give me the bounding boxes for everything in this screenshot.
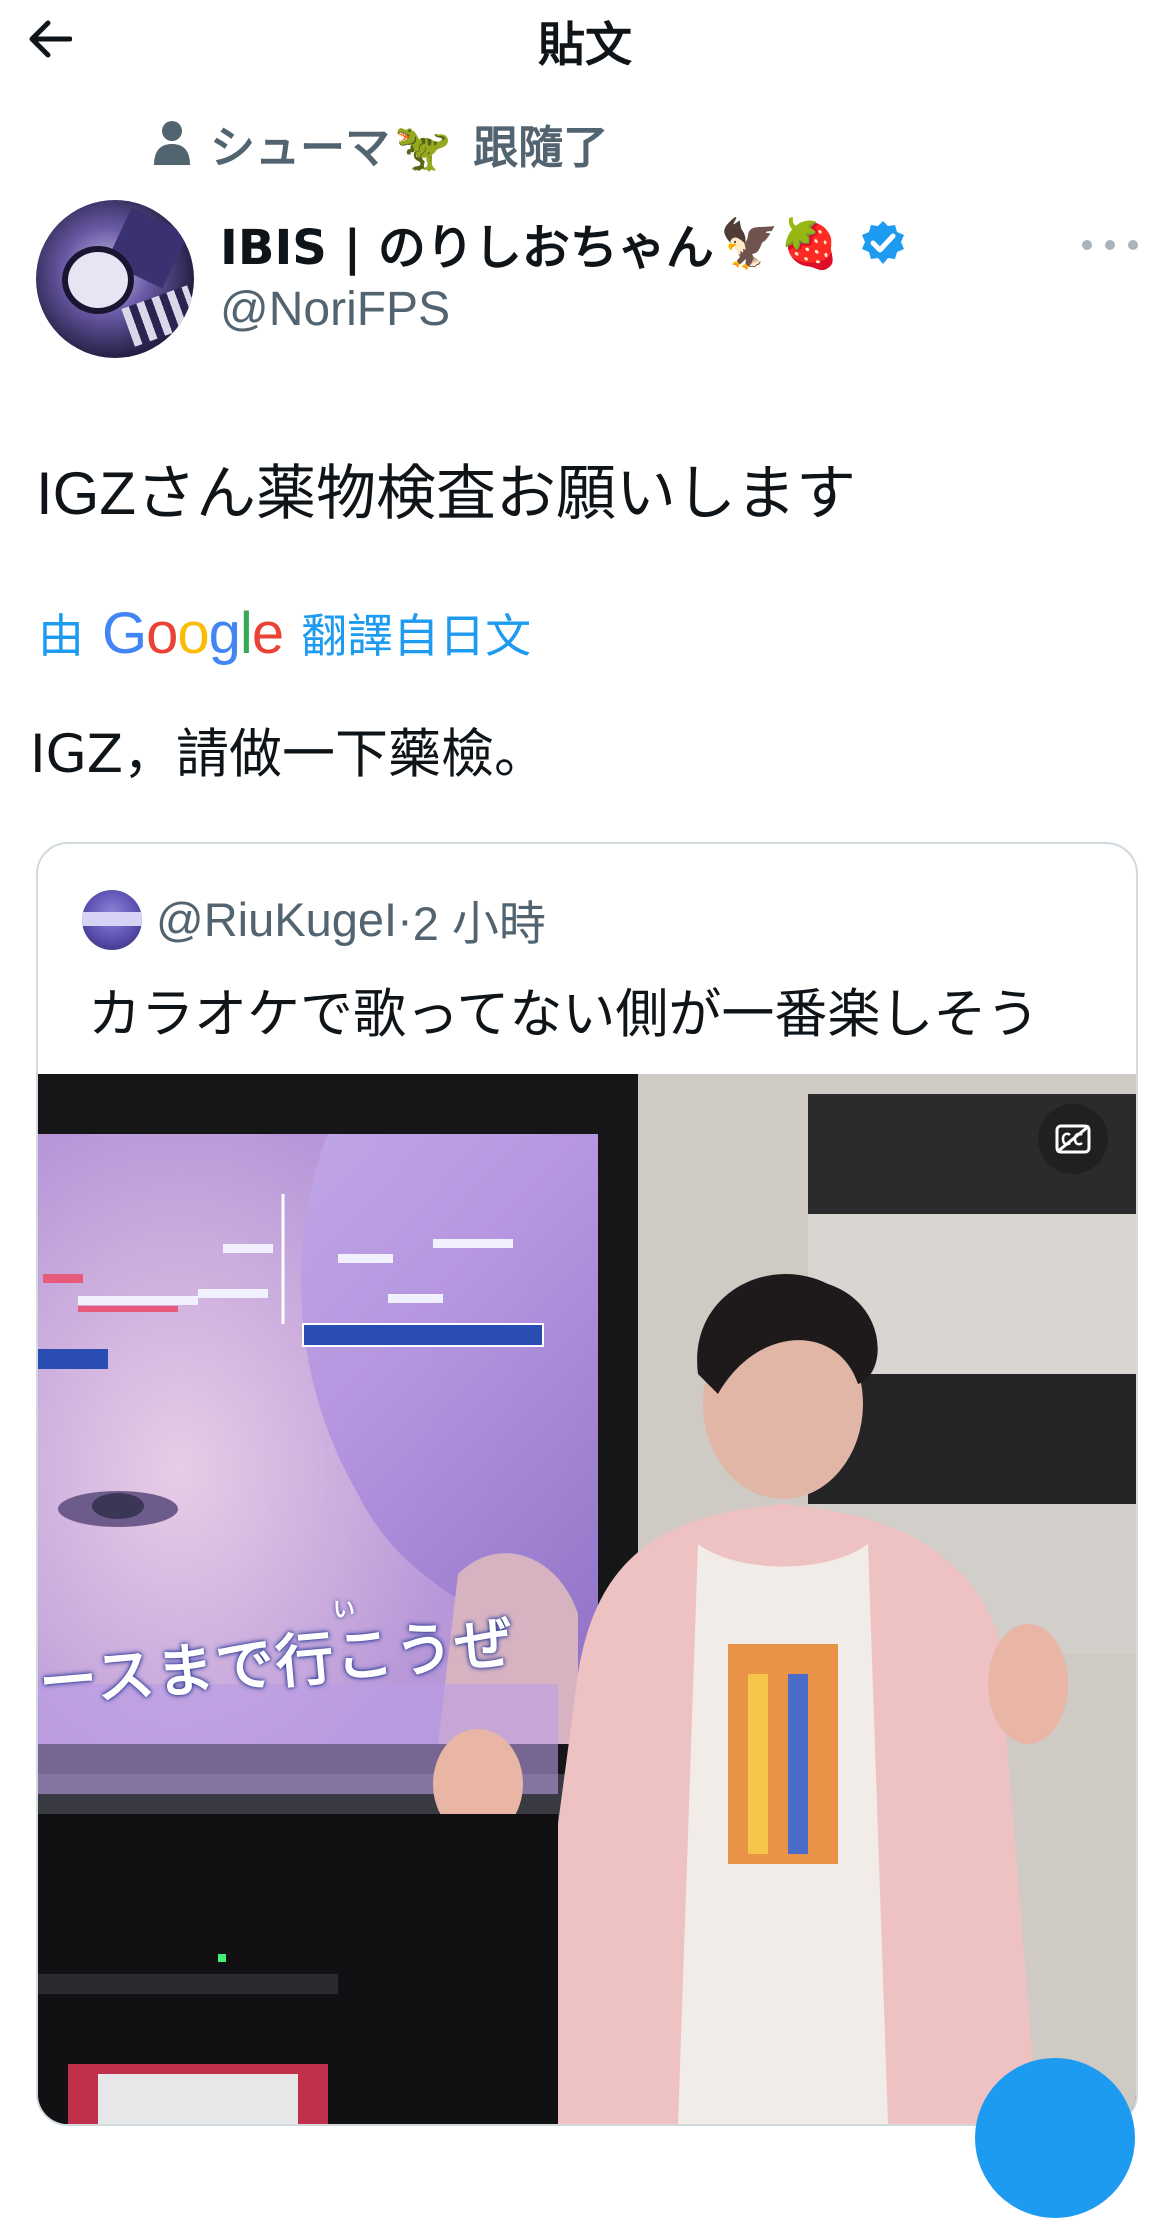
video-caption-ruby: い [333,1598,356,1623]
quoted-tweet[interactable]: @RiuKugeI · 2 小時 カラオケで歌ってない側が一番楽しそう ースまで… [36,842,1138,2126]
quote-meta: @RiuKugeI · 2 小時 [156,886,546,952]
more-dots-icon[interactable] [1082,230,1138,260]
author-name-emojis: 🦅🍓 [719,215,840,272]
quote-handle: @RiuKugeI [156,892,398,946]
translated-text: IGZ，請做一下藥檢。 [30,724,548,785]
quote-separator: · [397,892,413,946]
video-frame [38,1074,1136,2124]
translate-link[interactable]: 由 Google 翻譯自日文 [38,598,531,668]
person-icon [154,121,190,165]
captions-icon [1055,1124,1091,1154]
author-avatar[interactable] [36,200,194,358]
compose-button[interactable] [975,2058,1135,2218]
translate-suffix: 翻譯自日文 [301,609,532,663]
back-button[interactable] [28,12,92,66]
social-context-user: シューマ🦖 [210,119,452,174]
author-name[interactable]: IBIS | のりしおちゃん 🦅🍓 [220,212,907,276]
page-title: 貼文 [538,18,632,73]
verified-badge-icon [862,221,905,264]
arrow-left-icon [29,20,72,58]
tweet-text: IGZさん薬物検査お願いします [36,460,856,527]
translate-prefix: 由 [38,609,84,663]
author-handle[interactable]: @NoriFPS [220,282,450,337]
quote-text: カラオケで歌ってない側が一番楽しそう [88,984,1040,1045]
quote-time: 2 小時 [412,896,546,950]
social-context-suffix: 跟隨了 [473,120,609,174]
google-logo: Google [102,600,284,666]
quote-avatar [82,890,142,950]
video-player[interactable]: ースまで行こうぜ い [38,1074,1136,2124]
social-context[interactable]: シューマ🦖 跟隨了 [152,112,608,174]
author-display-name: IBIS | のりしおちゃん [220,220,714,276]
captions-button[interactable] [1038,1104,1108,1174]
